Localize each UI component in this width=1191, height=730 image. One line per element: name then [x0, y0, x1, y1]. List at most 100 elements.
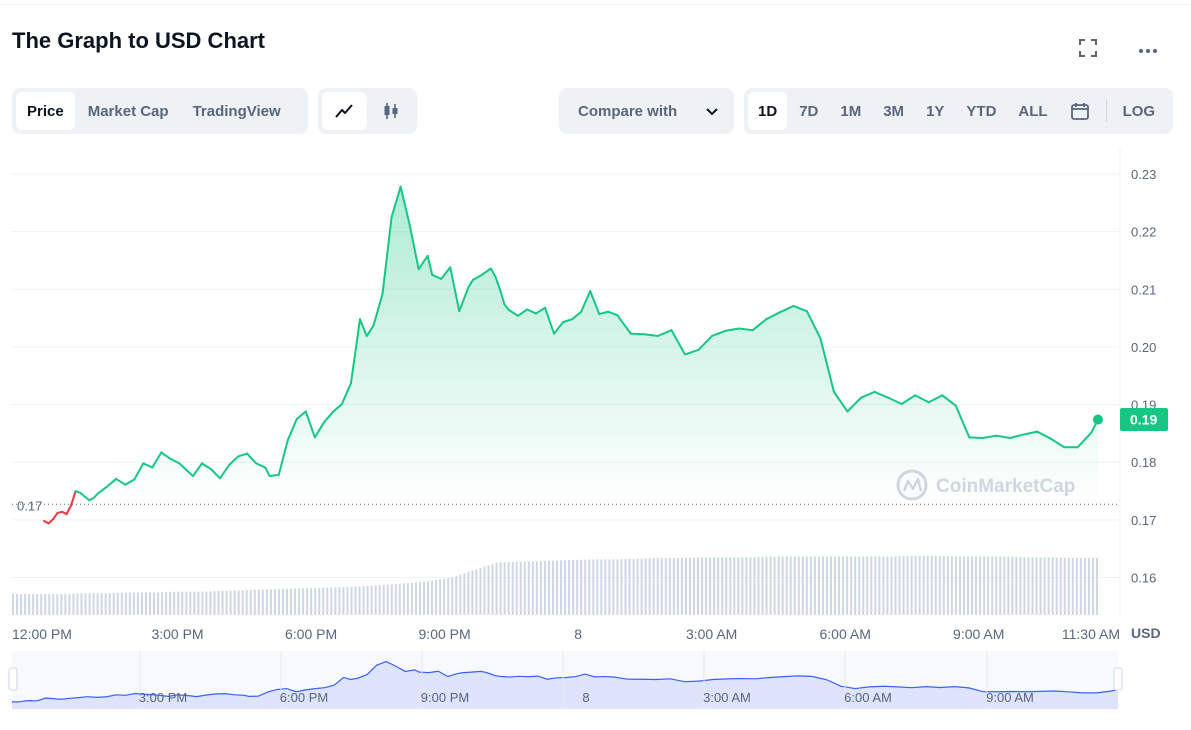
volume-bar: [326, 587, 329, 615]
volume-bar: [346, 586, 349, 615]
view-tabs: Price Market Cap TradingView: [12, 88, 308, 134]
volume-bar: [556, 560, 558, 615]
more-options-icon[interactable]: [1134, 34, 1162, 62]
tab-tradingview[interactable]: TradingView: [182, 92, 292, 130]
volume-bar: [616, 559, 619, 615]
y-tick-label: 0.20: [1131, 340, 1156, 355]
fullscreen-icon[interactable]: [1074, 34, 1102, 62]
volume-bar: [1075, 558, 1078, 615]
volume-bar: [108, 593, 111, 615]
volume-bar: [531, 561, 534, 615]
navigator-left-handle[interactable]: [8, 667, 18, 691]
navigator-x-tick-label: 6:00 AM: [844, 690, 892, 705]
volume-bar: [797, 556, 800, 615]
navigator[interactable]: 3:00 PM 6:00 PM 9:00 PM 8 3:00 AM 6:00 AM 9:00…: [8, 651, 1123, 709]
line-chart-icon[interactable]: [322, 92, 367, 130]
volume-bar: [761, 556, 764, 615]
volume-bar: [632, 558, 635, 615]
volume-bar: [503, 562, 506, 615]
volume-bar: [648, 558, 651, 615]
volume-bar: [84, 593, 87, 615]
log-toggle[interactable]: LOG: [1113, 92, 1166, 130]
volume-bar: [942, 556, 945, 615]
volume-bar: [132, 592, 135, 615]
candlestick-icon[interactable]: [369, 92, 414, 130]
compare-with-dropdown[interactable]: Compare with: [559, 88, 734, 134]
volume-bar: [1039, 557, 1042, 615]
x-tick-label: 6:00 PM: [285, 626, 337, 642]
volume-bar: [1031, 557, 1034, 615]
volume-bar: [1059, 557, 1062, 615]
volume-bar: [850, 556, 853, 615]
volume-bar: [157, 592, 160, 615]
price-segment: [65, 504, 73, 516]
volume-bar: [886, 556, 889, 615]
volume-bar: [709, 557, 712, 615]
volume-bar: [439, 579, 442, 615]
x-tick-label: 9:00 AM: [953, 626, 1004, 642]
volume-bar: [189, 591, 192, 615]
volume-bar: [874, 556, 877, 615]
navigator-right-handle[interactable]: [1113, 667, 1123, 691]
volume-bar: [16, 594, 19, 615]
current-price-label: 0.19: [1130, 412, 1157, 428]
volume-bar: [1063, 557, 1066, 615]
volume-bar: [914, 555, 917, 615]
range-all[interactable]: ALL: [1008, 92, 1057, 130]
volume-bar: [793, 556, 796, 615]
volume-bar: [338, 587, 341, 615]
volume-bar: [96, 593, 99, 615]
volume-bar: [318, 587, 321, 615]
x-tick-label: 12:00 PM: [12, 626, 72, 642]
volume-bar: [370, 585, 373, 615]
volume-bar: [1095, 558, 1098, 615]
range-7d[interactable]: 7D: [789, 92, 828, 130]
range-3m[interactable]: 3M: [873, 92, 914, 130]
volume-bar: [394, 584, 397, 615]
volume-bar: [455, 575, 458, 615]
volume-bar: [999, 556, 1002, 615]
volume-bar: [257, 589, 260, 615]
range-tabs: 1D 7D 1M 3M 1Y YTD ALL LOG: [744, 88, 1173, 134]
volume-bar: [725, 557, 728, 615]
volume-bar: [112, 592, 115, 615]
volume-bar: [48, 594, 51, 615]
volume-bar: [1079, 558, 1082, 615]
compare-with-label: Compare with: [578, 102, 678, 120]
volume-bar: [209, 591, 212, 615]
volume-bar: [838, 556, 841, 615]
volume-bar: [809, 556, 812, 615]
volume-bar: [56, 594, 59, 615]
range-1m[interactable]: 1M: [830, 92, 871, 130]
volume-bar: [644, 558, 647, 615]
y-tick-label: 0.22: [1131, 225, 1156, 240]
volume-bar: [576, 559, 579, 615]
range-1d[interactable]: 1D: [748, 92, 788, 130]
volume-bar: [757, 557, 760, 615]
volume-bar: [382, 584, 385, 615]
volume-bar: [628, 558, 631, 615]
volume-bar: [398, 583, 401, 615]
volume-bar: [825, 556, 828, 615]
price-chart[interactable]: 0.23 0.22 0.21 0.20 0.19 0.18 0.17 0.16 12:00 P…: [0, 140, 1191, 730]
range-divider: [1105, 100, 1107, 122]
tab-price[interactable]: Price: [16, 92, 75, 130]
volume-bars: [12, 555, 1098, 615]
range-1y[interactable]: 1Y: [916, 92, 954, 130]
volume-bar: [153, 592, 156, 615]
volume-bar: [1067, 557, 1070, 615]
volume-bar: [451, 577, 454, 615]
volume-bar: [1091, 558, 1094, 615]
tab-market-cap[interactable]: Market Cap: [77, 92, 180, 130]
volume-bar: [664, 558, 667, 615]
volume-bar: [144, 592, 147, 615]
volume-bar: [1035, 557, 1038, 615]
volume-bar: [737, 557, 740, 615]
volume-bar: [261, 589, 264, 615]
volume-bar: [402, 583, 405, 615]
calendar-icon[interactable]: [1060, 92, 1100, 130]
volume-bar: [253, 589, 256, 615]
volume-bar: [906, 555, 909, 615]
volume-bar: [564, 560, 567, 615]
range-ytd[interactable]: YTD: [956, 92, 1006, 130]
